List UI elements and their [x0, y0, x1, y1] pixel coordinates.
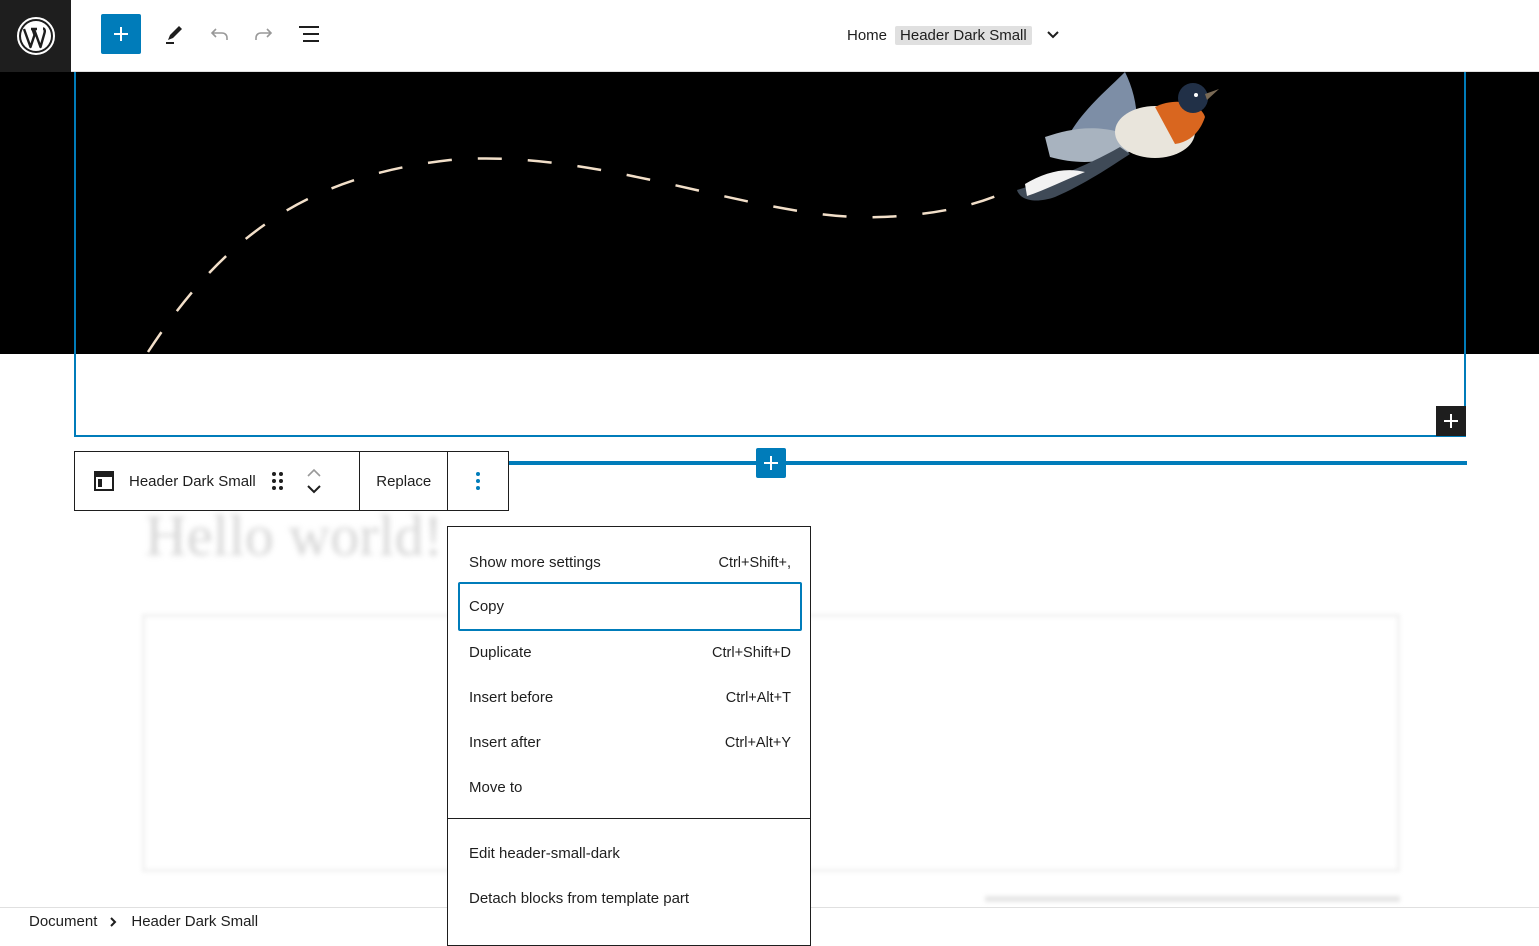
breadcrumb-document[interactable]: Document	[29, 913, 97, 930]
editor-top-toolbar: Home Header Dark Small	[0, 0, 1539, 72]
menu-item-edit-template-part[interactable]: Edit header-small-dark	[458, 831, 802, 876]
insertion-point-add-button[interactable]	[756, 448, 786, 478]
drag-handle-icon[interactable]	[270, 470, 284, 492]
menu-item-copy[interactable]: Copy	[458, 582, 802, 631]
plus-icon	[114, 27, 128, 41]
block-insertion-point-line	[509, 461, 1467, 465]
header-dark-small-cover[interactable]	[0, 72, 1539, 354]
block-movers	[306, 468, 322, 494]
wordpress-logo-icon	[16, 17, 55, 55]
menu-separator	[448, 818, 810, 819]
menu-item-shortcut: Ctrl+Alt+Y	[724, 734, 791, 751]
edit-tool-button[interactable]	[156, 16, 192, 52]
document-title-home: Home	[847, 26, 888, 44]
chevron-right-icon	[109, 916, 117, 928]
menu-item-label: Copy	[469, 598, 505, 615]
bird-illustration	[1017, 72, 1219, 201]
menu-item-label: Insert before	[469, 689, 554, 706]
more-vertical-icon	[476, 472, 481, 490]
plus-icon	[1444, 414, 1458, 428]
document-title-template-part: Header Dark Small	[895, 25, 1032, 45]
plus-icon	[764, 456, 778, 470]
menu-item-shortcut: Ctrl+Alt+T	[725, 689, 791, 706]
list-view-button[interactable]	[291, 16, 327, 52]
pencil-icon	[166, 26, 182, 44]
menu-item-insert-before[interactable]: Insert before Ctrl+Alt+T	[458, 675, 802, 720]
redo-icon	[255, 28, 273, 40]
menu-item-label: Duplicate	[469, 644, 532, 661]
move-up-icon[interactable]	[306, 468, 322, 478]
dashed-flight-path-decoration	[146, 157, 1011, 353]
list-view-icon	[299, 26, 319, 42]
template-part-icon[interactable]	[93, 470, 115, 492]
block-toolbar: Header Dark Small Replace	[74, 451, 509, 511]
add-block-button[interactable]	[101, 14, 141, 54]
redo-button[interactable]	[246, 16, 282, 52]
block-options-menu: Show more settings Ctrl+Shift+, Copy Dup…	[447, 526, 811, 946]
inner-block-inserter-button[interactable]	[1436, 406, 1466, 436]
chevron-down-icon[interactable]	[1046, 30, 1060, 40]
blurred-content-line	[985, 896, 1400, 902]
menu-item-label: Detach blocks from template part	[469, 890, 690, 907]
post-title-heading: Hello world!	[145, 503, 443, 568]
undo-icon	[210, 28, 228, 40]
menu-item-label: Move to	[469, 779, 523, 796]
menu-item-shortcut: Ctrl+Shift+D	[712, 644, 791, 661]
menu-item-label: Show more settings	[469, 554, 601, 571]
block-options-button[interactable]	[448, 452, 508, 510]
move-down-icon[interactable]	[306, 484, 322, 494]
block-parent-group: Header Dark Small	[75, 452, 361, 510]
menu-item-show-more-settings[interactable]: Show more settings Ctrl+Shift+,	[458, 540, 802, 585]
undo-button[interactable]	[201, 16, 237, 52]
menu-item-detach-blocks[interactable]: Detach blocks from template part	[458, 876, 802, 921]
menu-item-insert-after[interactable]: Insert after Ctrl+Alt+Y	[458, 720, 802, 765]
menu-item-move-to[interactable]: Move to	[458, 765, 802, 810]
breadcrumb-header-dark-small[interactable]: Header Dark Small	[131, 913, 258, 930]
block-type-label: Header Dark Small	[129, 472, 256, 490]
document-title-bar[interactable]: Home Header Dark Small	[847, 22, 1060, 48]
menu-item-shortcut: Ctrl+Shift+,	[718, 554, 791, 571]
wordpress-logo-button[interactable]	[0, 0, 71, 72]
menu-item-label: Edit header-small-dark	[469, 845, 620, 862]
replace-button[interactable]: Replace	[360, 452, 449, 510]
menu-item-label: Insert after	[469, 734, 541, 751]
menu-item-duplicate[interactable]: Duplicate Ctrl+Shift+D	[458, 630, 802, 675]
